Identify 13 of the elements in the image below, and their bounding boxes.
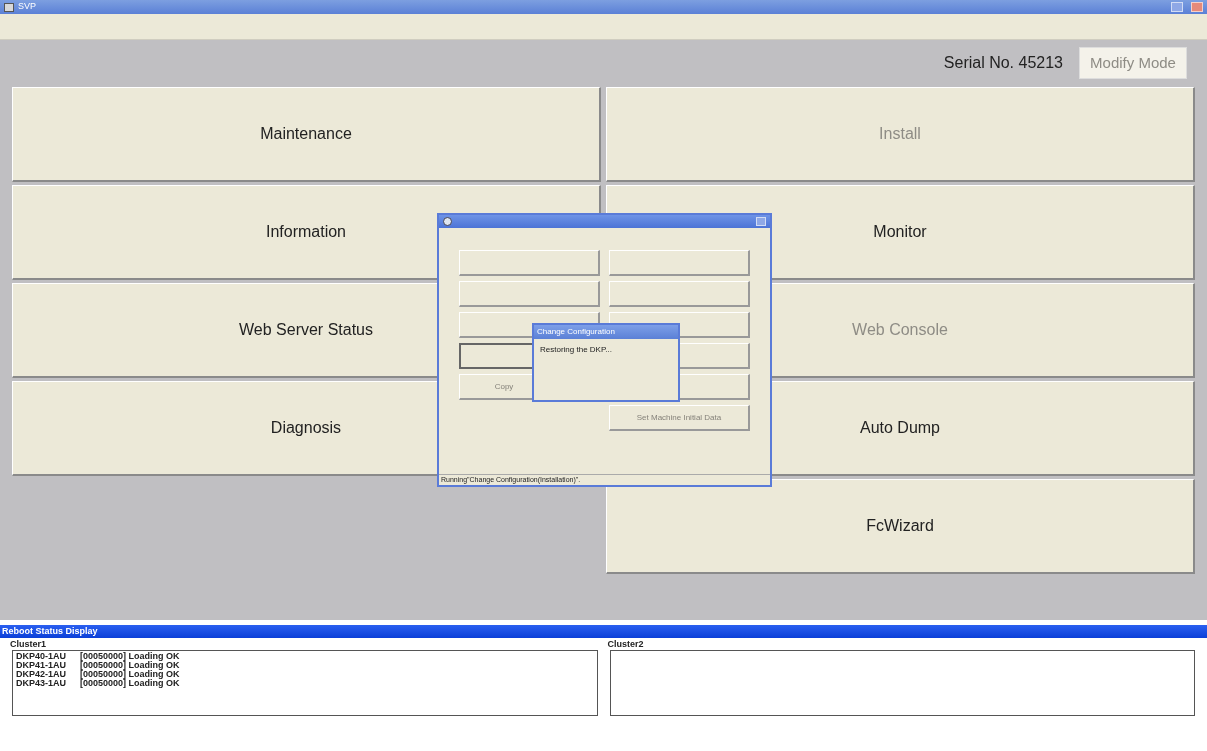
load-status: [00050000] Loading OK — [80, 652, 180, 661]
cluster-label: Cluster2 — [607, 638, 645, 650]
cluster-label: Cluster1 — [10, 638, 47, 650]
device-name: DKP43-1AU — [16, 679, 67, 688]
load-status: [00050000] Loading OK — [80, 661, 180, 670]
device-name: DKP40-1AU — [16, 652, 67, 661]
window-title: SVP — [18, 0, 36, 14]
load-status: [00050000] Loading OK — [80, 679, 180, 688]
device-name: DKP42-1AU — [16, 670, 67, 679]
serial-number: Serial No. 45213 — [943, 53, 1063, 73]
panel-title: Reboot Status Display — [2, 624, 98, 638]
device-name: DKP41-1AU — [16, 661, 67, 670]
load-status: [00050000] Loading OK — [80, 670, 180, 679]
